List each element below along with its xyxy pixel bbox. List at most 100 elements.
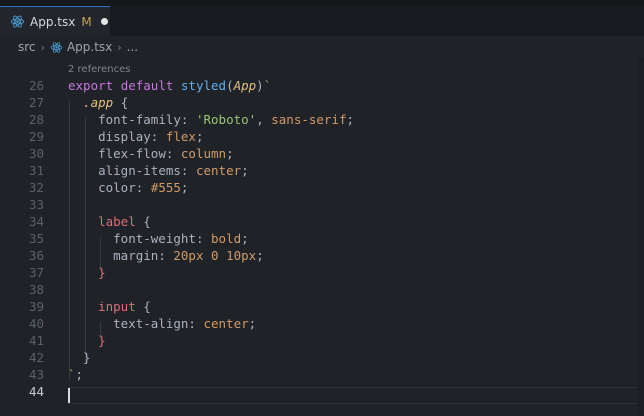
code-token: } bbox=[98, 333, 106, 348]
line-number: 32 bbox=[28, 180, 44, 195]
code-token: : bbox=[135, 180, 151, 195]
code-text: input { bbox=[68, 298, 151, 315]
code-line[interactable]: 35 font-weight: bold; bbox=[0, 230, 644, 247]
react-icon bbox=[50, 41, 63, 53]
code-token: , bbox=[256, 112, 272, 127]
code-text: label { bbox=[68, 213, 151, 230]
code-token: : bbox=[180, 112, 196, 127]
code-line[interactable]: 40 text-align: center; bbox=[0, 315, 644, 332]
react-icon bbox=[10, 15, 25, 28]
line-number: 29 bbox=[28, 129, 44, 144]
line-number: 36 bbox=[28, 248, 44, 263]
codelens-references[interactable]: 2 references bbox=[68, 64, 131, 75]
line-number: 33 bbox=[28, 197, 44, 212]
code-text: `; bbox=[68, 366, 83, 383]
code-text: } bbox=[68, 332, 106, 349]
code-line[interactable]: 32 color: #555; bbox=[0, 179, 644, 196]
code-text: export default styled(App)` bbox=[68, 77, 271, 94]
code-line[interactable]: 42 } bbox=[0, 349, 644, 366]
code-line[interactable]: 29 display: flex; bbox=[0, 128, 644, 145]
chevron-right-icon: › bbox=[117, 40, 122, 54]
code-token: flex bbox=[165, 129, 196, 144]
code-editor[interactable]: 2 references 26 export default styled(App… bbox=[0, 58, 644, 416]
code-line[interactable]: 41 } bbox=[0, 332, 644, 349]
code-token: ; bbox=[226, 146, 234, 161]
code-text: color: #555; bbox=[68, 179, 188, 196]
code-token: flex-flow bbox=[98, 146, 166, 161]
code-line[interactable]: 39 input { bbox=[0, 298, 644, 315]
code-text: margin: 20px 0 10px; bbox=[68, 247, 264, 264]
code-token: display bbox=[98, 129, 151, 144]
code-token: { bbox=[135, 299, 151, 314]
code-line[interactable]: 44 bbox=[0, 383, 644, 400]
code-token: ; bbox=[195, 129, 204, 144]
code-token: { bbox=[135, 214, 151, 229]
code-token: ) bbox=[256, 78, 264, 93]
code-token: label bbox=[98, 214, 136, 229]
code-line[interactable]: 34 label { bbox=[0, 213, 644, 230]
code-token: : bbox=[188, 316, 204, 331]
code-token: sans-serif bbox=[271, 112, 347, 127]
line-number: 39 bbox=[28, 299, 44, 314]
code-line[interactable]: 31 align-items: center; bbox=[0, 162, 644, 179]
code-text: font-family: 'Roboto', sans-serif; bbox=[68, 111, 354, 128]
code-token: center bbox=[195, 163, 242, 178]
line-number: 31 bbox=[28, 163, 44, 178]
tab-bar: App.tsx M bbox=[0, 6, 644, 36]
code-line[interactable]: 37 } bbox=[0, 264, 644, 281]
code-line[interactable]: 36 margin: 20px 0 10px; bbox=[0, 247, 644, 264]
breadcrumb-file[interactable]: App.tsx bbox=[67, 40, 112, 54]
code-token: font-family bbox=[98, 112, 181, 127]
code-token: ; bbox=[75, 367, 84, 382]
breadcrumb-more[interactable]: ... bbox=[127, 40, 138, 54]
line-number: 42 bbox=[28, 350, 44, 365]
code-text: flex-flow: column; bbox=[68, 145, 234, 162]
code-token: export bbox=[68, 78, 114, 93]
code-token: align-items bbox=[98, 163, 181, 178]
code-text: } bbox=[68, 264, 106, 281]
code-token: : bbox=[165, 146, 181, 161]
code-token: styled bbox=[180, 78, 227, 93]
code-token: 20px bbox=[173, 248, 204, 263]
code-line[interactable]: 30 flex-flow: column; bbox=[0, 145, 644, 162]
line-number: 40 bbox=[28, 316, 44, 331]
code-token: column bbox=[180, 146, 227, 161]
code-line[interactable]: 38 bbox=[0, 281, 644, 298]
tab-app-tsx[interactable]: App.tsx M bbox=[0, 6, 110, 36]
code-token: text-align bbox=[113, 316, 189, 331]
code-line[interactable]: 28 font-family: 'Roboto', sans-serif; bbox=[0, 111, 644, 128]
code-token: App bbox=[233, 78, 257, 93]
unsaved-dot-icon[interactable] bbox=[100, 18, 108, 25]
code-line[interactable]: 27 .app { bbox=[0, 94, 644, 111]
code-token: 10px bbox=[226, 248, 257, 263]
code-token: ` bbox=[68, 367, 76, 382]
code-text: .app { bbox=[68, 94, 128, 111]
code-line[interactable]: 43 `; bbox=[0, 366, 644, 383]
code-token: : bbox=[150, 129, 166, 144]
code-token: .app bbox=[83, 95, 114, 110]
line-number: 28 bbox=[28, 112, 44, 127]
code-token: } bbox=[68, 350, 91, 365]
code-line[interactable]: 26 export default styled(App)` bbox=[0, 77, 644, 94]
chevron-right-icon: › bbox=[40, 40, 45, 54]
code-text: } bbox=[68, 349, 91, 366]
breadcrumb-folder[interactable]: src bbox=[18, 40, 36, 54]
code-token: : bbox=[158, 248, 174, 263]
code-token: } bbox=[98, 265, 106, 280]
code-token: ` bbox=[263, 78, 272, 93]
code-text: align-items: center; bbox=[68, 162, 249, 179]
line-number: 43 bbox=[28, 367, 44, 382]
code-line[interactable]: 33 bbox=[0, 196, 644, 213]
